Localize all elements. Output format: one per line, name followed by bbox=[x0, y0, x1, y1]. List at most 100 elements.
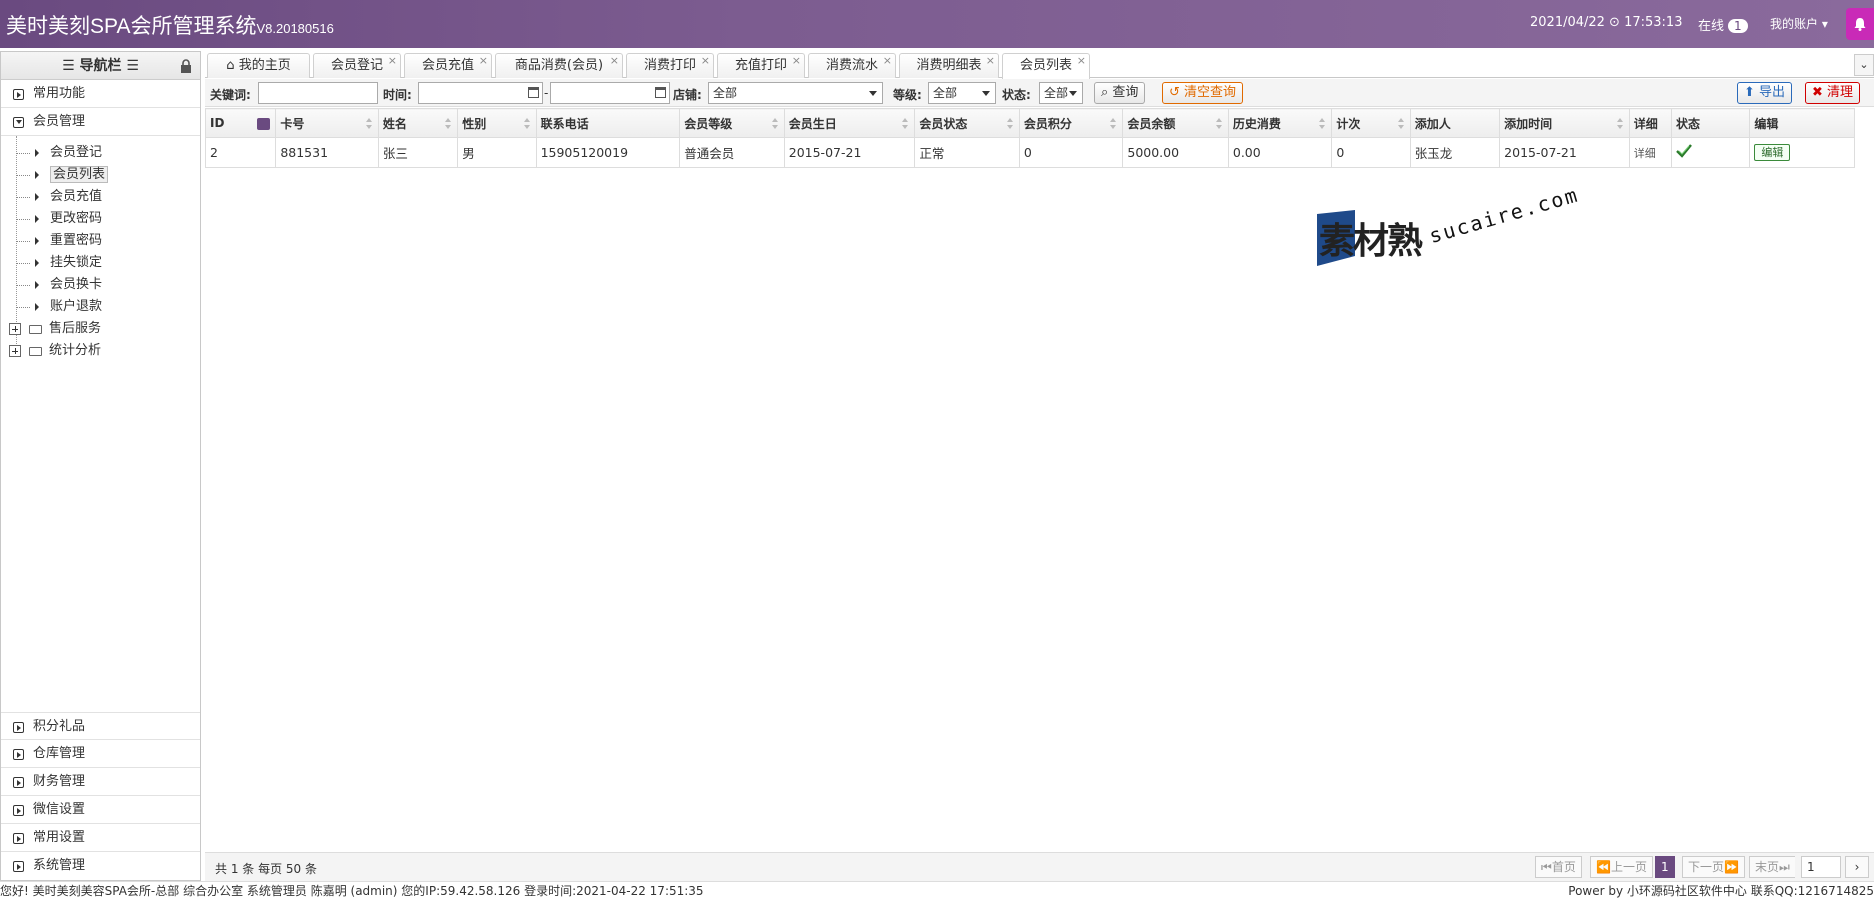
column-header-history-consume[interactable]: 历史消费 bbox=[1227, 108, 1333, 138]
double-chevron-down-icon: ⌄ bbox=[1859, 58, 1869, 71]
first-page-button[interactable]: ⏮首页 bbox=[1535, 856, 1582, 878]
column-header-phone[interactable]: 联系电话 bbox=[535, 108, 681, 138]
account-menu[interactable]: 我的账户 ▾ bbox=[1770, 15, 1828, 32]
cleanup-button[interactable]: ✖ 清理 bbox=[1805, 82, 1861, 104]
go-page-button[interactable]: › bbox=[1845, 856, 1869, 878]
page-input[interactable]: 1 bbox=[1801, 856, 1841, 878]
column-header-member-status[interactable]: 会员状态 bbox=[914, 108, 1020, 138]
edit-button[interactable]: 编辑 bbox=[1754, 144, 1791, 161]
tree-group-statistics[interactable]: 统计分析 bbox=[1, 340, 200, 362]
cell-card-no: 881531 bbox=[275, 137, 379, 168]
detail-link[interactable]: 详细 bbox=[1634, 147, 1656, 160]
column-header-added-by[interactable]: 添加人 bbox=[1409, 108, 1501, 138]
tab-consume-print[interactable]: 消费打印 × bbox=[626, 53, 714, 78]
sidebar-group-points-gifts[interactable]: 积分礼品 bbox=[1, 712, 200, 740]
end-date-input[interactable] bbox=[550, 82, 670, 104]
time-label: 时间: bbox=[383, 88, 412, 102]
search-icon: ⌕ bbox=[1101, 85, 1109, 100]
start-date-input[interactable] bbox=[418, 82, 543, 104]
clear-query-button[interactable]: ↺ 清空查询 bbox=[1162, 82, 1244, 104]
tab-label: 会员充值 bbox=[421, 58, 474, 73]
column-header-card-no[interactable]: 卡号 bbox=[275, 108, 379, 138]
close-icon[interactable]: × bbox=[883, 49, 892, 73]
close-icon[interactable]: × bbox=[388, 49, 397, 73]
lock-icon[interactable] bbox=[180, 59, 192, 73]
close-icon[interactable]: × bbox=[792, 49, 801, 73]
sidebar-item-change-card[interactable]: 会员换卡 bbox=[1, 274, 200, 296]
sidebar-group-warehouse[interactable]: 仓库管理 bbox=[1, 740, 200, 768]
collapse-toggle-icon bbox=[13, 777, 24, 788]
close-icon[interactable]: × bbox=[610, 49, 619, 73]
column-header-balance[interactable]: 会员余额 bbox=[1122, 108, 1229, 138]
sidebar-item-member-register[interactable]: 会员登记 bbox=[1, 142, 200, 164]
sidebar-item-member-list[interactable]: 会员列表 bbox=[1, 164, 200, 186]
last-page-button[interactable]: 末页⏭ bbox=[1749, 856, 1795, 878]
status-select-value: 全部 bbox=[1044, 86, 1069, 100]
cell-balance: 5000.00 bbox=[1122, 137, 1229, 168]
column-header-id[interactable]: ID bbox=[204, 108, 277, 138]
tab-label: 消费流水 bbox=[825, 58, 878, 73]
tab-consume-detail[interactable]: 消费明细表 × bbox=[899, 53, 999, 78]
sidebar-item-member-recharge[interactable]: 会员充值 bbox=[1, 186, 200, 208]
calendar-icon[interactable] bbox=[528, 87, 539, 98]
column-header-gender[interactable]: 性别 bbox=[457, 108, 537, 138]
page-number-current[interactable]: 1 bbox=[1655, 856, 1675, 878]
tab-recharge-print[interactable]: 充值打印 × bbox=[717, 53, 805, 78]
date-range-dash: - bbox=[544, 86, 549, 100]
next-page-button[interactable]: 下一页⏩ bbox=[1682, 856, 1745, 878]
status-select[interactable]: 全部 bbox=[1039, 82, 1083, 104]
tab-scroll-button[interactable]: ⌄ bbox=[1854, 54, 1874, 76]
sidebar-group-finance[interactable]: 财务管理 bbox=[1, 768, 200, 796]
close-icon[interactable]: × bbox=[986, 49, 995, 73]
tab-consume-flow[interactable]: 消费流水 × bbox=[808, 53, 896, 78]
collapse-toggle-icon bbox=[13, 722, 24, 733]
sidebar-item-reset-password[interactable]: 重置密码 bbox=[1, 230, 200, 252]
sidebar-group-system[interactable]: 系统管理 bbox=[1, 852, 200, 880]
column-header-points[interactable]: 会员积分 bbox=[1018, 108, 1124, 138]
cell-detail: 详细 bbox=[1628, 137, 1673, 168]
column-header-level[interactable]: 会员等级 bbox=[679, 108, 785, 138]
table-row[interactable]: 2 881531 张三 男 15905120019 普通会员 2015-07-2… bbox=[204, 137, 1855, 168]
calendar-icon[interactable] bbox=[655, 87, 666, 98]
column-header-name[interactable]: 姓名 bbox=[377, 108, 459, 138]
tab-product-consume[interactable]: 商品消费(会员) × bbox=[495, 53, 623, 78]
checkmark-icon[interactable] bbox=[1676, 144, 1692, 158]
column-header-count[interactable]: 计次 bbox=[1331, 108, 1411, 138]
tree-group-after-sales[interactable]: 售后服务 bbox=[1, 318, 200, 340]
column-header-added-time[interactable]: 添加时间 bbox=[1499, 108, 1630, 138]
cell-added-time: 2015-07-21 bbox=[1499, 137, 1630, 168]
last-page-label: 末页 bbox=[1755, 860, 1780, 874]
level-select[interactable]: 全部 bbox=[928, 82, 996, 104]
close-icon[interactable]: × bbox=[701, 49, 710, 73]
sidebar-group-member[interactable]: 会员管理 bbox=[1, 108, 200, 136]
caret-right-icon bbox=[35, 281, 39, 289]
prev-page-button[interactable]: ⏪上一页 bbox=[1590, 856, 1653, 878]
sidebar-group-wechat[interactable]: 微信设置 bbox=[1, 796, 200, 824]
caret-right-icon bbox=[35, 237, 39, 245]
sidebar-item-change-password[interactable]: 更改密码 bbox=[1, 208, 200, 230]
column-label: 会员生日 bbox=[788, 116, 837, 131]
shop-select[interactable]: 全部 bbox=[708, 82, 883, 104]
column-header-birthday[interactable]: 会员生日 bbox=[783, 108, 916, 138]
tab-home[interactable]: ⌂ 我的主页 bbox=[207, 53, 310, 78]
sidebar-group-common[interactable]: 常用功能 bbox=[1, 80, 200, 108]
tab-member-recharge[interactable]: 会员充值 × bbox=[404, 53, 492, 78]
sidebar-group-label: 常用功能 bbox=[33, 86, 86, 101]
keyword-input[interactable] bbox=[258, 82, 378, 104]
column-label: 添加时间 bbox=[1504, 116, 1553, 131]
online-indicator[interactable]: 在线 1 bbox=[1698, 15, 1748, 34]
notification-button[interactable] bbox=[1846, 8, 1874, 40]
sidebar-item-report-lock[interactable]: 挂失锁定 bbox=[1, 252, 200, 274]
tab-member-list[interactable]: 会员列表 × bbox=[1002, 53, 1090, 79]
tab-member-register[interactable]: 会员登记 × bbox=[313, 53, 401, 78]
header-datetime: 2021/04/22 ⊙ 17:53:13 bbox=[1530, 15, 1683, 30]
sidebar-item-account-refund[interactable]: 账户退款 bbox=[1, 296, 200, 318]
sidebar-group-common-settings[interactable]: 常用设置 bbox=[1, 824, 200, 852]
close-icon[interactable]: × bbox=[1077, 49, 1086, 73]
sort-desc-icon bbox=[257, 118, 271, 130]
query-button[interactable]: ⌕ 查询 bbox=[1094, 82, 1146, 104]
next-page-icon: ⏩ bbox=[1724, 860, 1739, 874]
export-button[interactable]: ⬆ 导出 bbox=[1737, 82, 1793, 104]
close-icon[interactable]: × bbox=[479, 49, 488, 73]
member-table: ID 卡号 姓名 性别 联系电话 会员等级 会员生日 会员状态 会员积分 会员余… bbox=[204, 108, 1855, 168]
